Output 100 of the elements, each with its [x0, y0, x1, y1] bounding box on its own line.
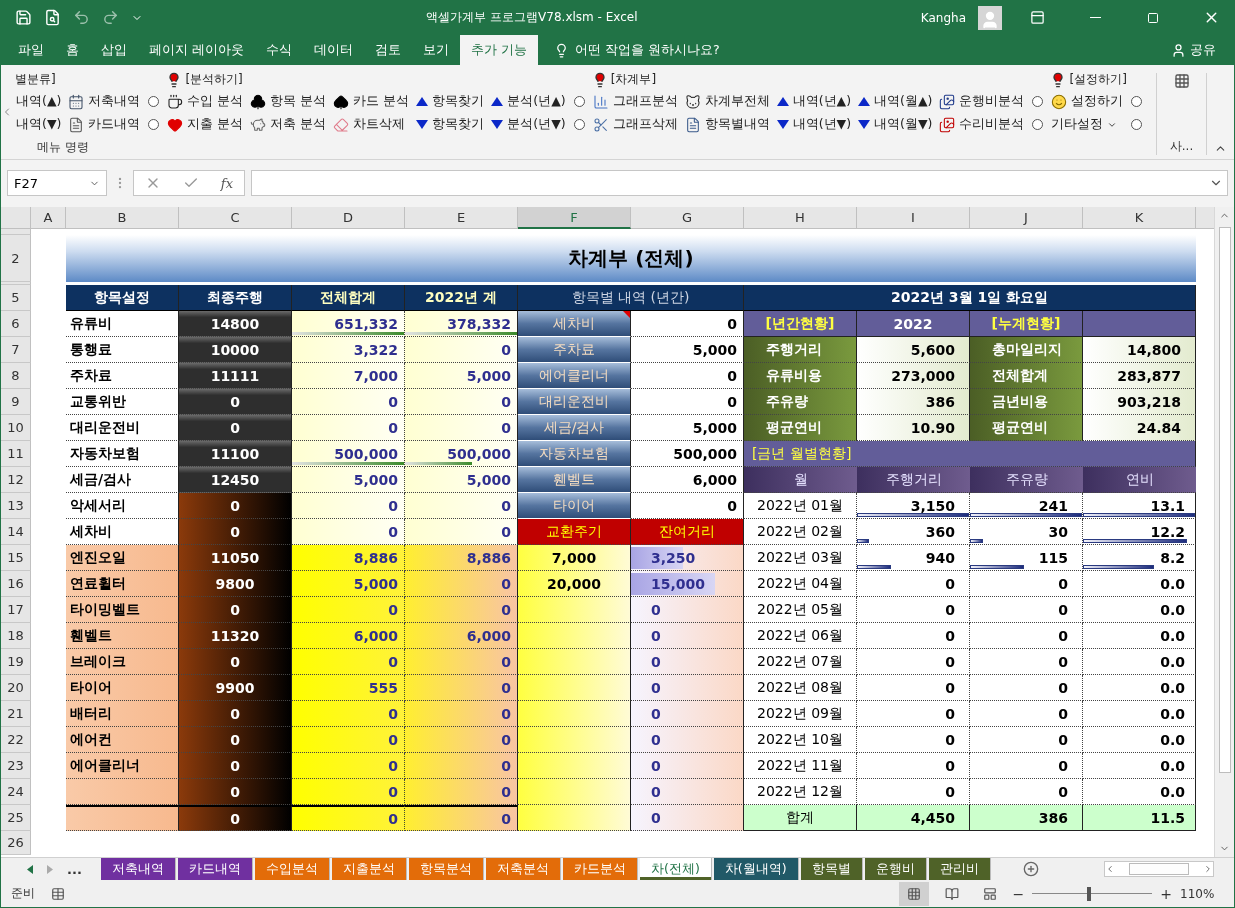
- sheet-tab[interactable]: 항목별: [800, 858, 863, 880]
- ribbon-button[interactable]: 지출 분석: [166, 113, 245, 136]
- column-header[interactable]: I: [857, 207, 970, 229]
- row-header[interactable]: 23: [1, 753, 31, 779]
- row-header[interactable]: 13: [1, 493, 31, 519]
- row-header[interactable]: 7: [1, 337, 31, 363]
- ribbon-button[interactable]: 내역(▲): [15, 90, 63, 113]
- cell-text: 0.0: [1160, 757, 1185, 774]
- ribbon-button[interactable]: 카드 분석: [332, 90, 411, 113]
- menu-tab[interactable]: 페이지 레이아웃: [138, 35, 255, 65]
- menu-tab[interactable]: 삽입: [90, 35, 138, 65]
- ribbon-button[interactable]: 그래프삭제: [591, 113, 679, 136]
- column-header[interactable]: K: [1083, 207, 1196, 229]
- ribbon-button[interactable]: 분석(년▲): [490, 90, 567, 113]
- cell-text: 0: [501, 653, 511, 670]
- row-header[interactable]: 10: [1, 415, 31, 441]
- row-header[interactable]: 12: [1, 467, 31, 493]
- sheet-tab[interactable]: 관리비: [928, 858, 991, 880]
- ribbon-button[interactable]: 항목별내역: [683, 113, 771, 136]
- row-header[interactable]: 20: [1, 675, 31, 701]
- ribbon-button[interactable]: 그래프분석: [591, 90, 679, 113]
- column-header[interactable]: E: [405, 207, 518, 229]
- ribbon-button[interactable]: 항목찾기: [415, 90, 486, 113]
- sheet-tab[interactable]: 운행비: [864, 858, 927, 880]
- row-header[interactable]: 6: [1, 311, 31, 337]
- column-header[interactable]: A: [31, 207, 66, 229]
- row-header[interactable]: 25: [1, 805, 31, 831]
- cell-text: 0: [501, 757, 511, 774]
- ribbon-button[interactable]: 내역(월▼): [857, 113, 934, 136]
- cell-text: 0: [651, 705, 661, 722]
- sheet-tab[interactable]: 저축내역: [101, 858, 176, 880]
- cell-text: 378,332: [447, 315, 511, 332]
- table-cell: 0: [179, 753, 292, 779]
- table-cell: 2022년 11월: [744, 753, 857, 779]
- sheet-tab[interactable]: 차(전체): [640, 858, 712, 880]
- row-header[interactable]: 2: [1, 235, 31, 282]
- zoom-out-button[interactable]: −: [1012, 885, 1025, 902]
- ribbon-button[interactable]: 카드내역: [67, 113, 142, 136]
- tell-me-button[interactable]: 어떤 작업을 원하시나요?: [547, 35, 726, 65]
- share-button[interactable]: 공유: [1165, 35, 1222, 65]
- table-cell: 7,000: [518, 545, 631, 571]
- ribbon-button[interactable]: 내역(월▲): [857, 90, 934, 113]
- row-header[interactable]: 19: [1, 649, 31, 675]
- zoom-in-button[interactable]: +: [1160, 885, 1172, 902]
- column-header[interactable]: H: [744, 207, 857, 229]
- menu-tab[interactable]: 홈: [55, 35, 90, 65]
- cell-text: 0: [501, 341, 511, 358]
- row-header[interactable]: 24: [1, 779, 31, 805]
- column-header[interactable]: J: [970, 207, 1083, 229]
- menu-tab[interactable]: 추가 기능: [460, 35, 538, 65]
- column-header[interactable]: D: [292, 207, 405, 229]
- ribbon-button[interactable]: 차계부전체: [683, 90, 771, 113]
- row-header[interactable]: 21: [1, 701, 31, 727]
- ribbon-button[interactable]: 차트삭제: [332, 113, 407, 136]
- row-header[interactable]: 18: [1, 623, 31, 649]
- menu-tab[interactable]: 수식: [255, 35, 303, 65]
- sheet-tab[interactable]: 카드내역: [178, 858, 253, 880]
- ribbon-button[interactable]: 내역(▼): [15, 113, 63, 136]
- table-cell: 합계: [744, 805, 857, 831]
- ribbon-button[interactable]: 항목찾기: [415, 113, 486, 136]
- menu-tab[interactable]: 검토: [364, 35, 412, 65]
- row-header[interactable]: 22: [1, 727, 31, 753]
- ribbon-button[interactable]: 항목 분석: [249, 90, 328, 113]
- ribbon-button[interactable]: 저축내역: [67, 90, 142, 113]
- column-header[interactable]: B: [66, 207, 179, 229]
- menu-tab[interactable]: 보기: [412, 35, 460, 65]
- ribbon-button[interactable]: 수리비분석: [938, 113, 1026, 136]
- row-header[interactable]: 16: [1, 571, 31, 597]
- menu-tab[interactable]: 데이터: [303, 35, 364, 65]
- cell-text: 12.2: [1150, 523, 1185, 540]
- ribbon-button[interactable]: 운행비분석: [938, 90, 1026, 113]
- table-cell: 2022년 10월: [744, 727, 857, 753]
- ribbon-button[interactable]: 내역(년▼): [775, 113, 853, 136]
- sheet-tab[interactable]: 차(월내역): [713, 858, 799, 880]
- ribbon-button[interactable]: 저축 분석: [249, 113, 328, 136]
- ribbon-button[interactable]: 설정하기: [1050, 90, 1125, 113]
- row-header[interactable]: 11: [1, 441, 31, 467]
- column-header[interactable]: F: [518, 207, 631, 229]
- ribbon-button[interactable]: 수입 분석: [166, 90, 245, 113]
- ribbon-button[interactable]: 분석(년▼): [490, 113, 567, 136]
- more-sheets-button[interactable]: ...: [67, 861, 82, 877]
- ribbon-button[interactable]: 기타설정: [1050, 113, 1119, 136]
- row-header[interactable]: 8: [1, 363, 31, 389]
- row-header[interactable]: 5: [1, 285, 31, 311]
- column-header[interactable]: G: [631, 207, 744, 229]
- table-cell: 0: [179, 597, 292, 623]
- column-heading: 항목별 내역 (년간): [518, 285, 744, 311]
- name-box[interactable]: F27: [7, 170, 107, 196]
- window-title: 액셀가계부 프로그램V78.xlsm - Excel: [425, 9, 639, 26]
- menu-tab[interactable]: 파일: [7, 35, 55, 65]
- row-header[interactable]: 17: [1, 597, 31, 623]
- ribbon-button[interactable]: 내역(년▲): [775, 90, 853, 113]
- row-header[interactable]: 9: [1, 389, 31, 415]
- row-header[interactable]: 26: [1, 831, 31, 855]
- insert-function-button[interactable]: fx: [220, 175, 233, 191]
- row-header[interactable]: 14: [1, 519, 31, 545]
- row-header[interactable]: 15: [1, 545, 31, 571]
- table-cell: 5,000: [631, 415, 744, 441]
- column-header[interactable]: C: [179, 207, 292, 229]
- table-cell: 10000: [179, 337, 292, 363]
